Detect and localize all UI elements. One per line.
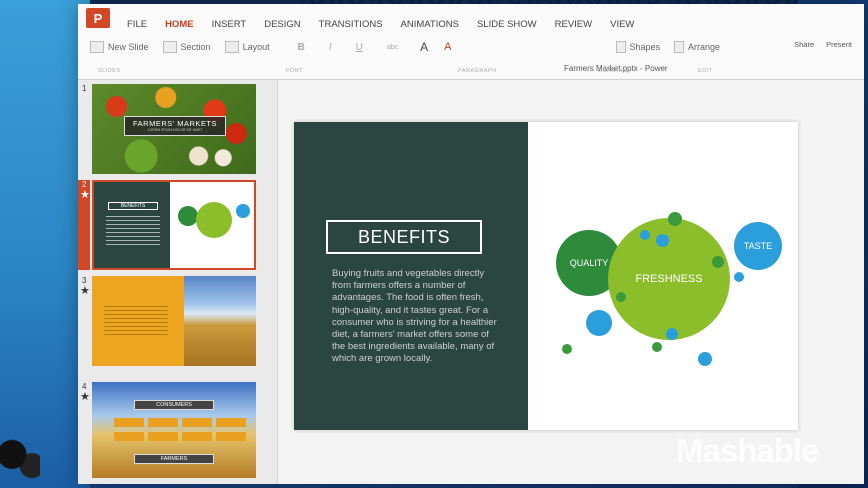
tab-review[interactable]: REVIEW [546,17,601,32]
slide-title[interactable]: BENEFITS [326,220,482,254]
decorative-dot [640,230,650,240]
thumbnail-image: FARMERS' MARKETS LOREM IPSUM DOLOR SIT A… [92,84,256,174]
star-icon: ★ [80,285,90,297]
tab-design[interactable]: DESIGN [255,17,309,32]
underline-button[interactable]: U [356,42,363,53]
audience-silhouette [0,432,40,488]
bubble-taste[interactable]: TASTE [734,222,782,270]
decorative-dot [666,328,678,340]
thumbnail-title: FARMERS' MARKETS [132,119,218,128]
font-size-button[interactable]: A [420,40,428,54]
group-label-drawing: DRAWING [598,68,628,74]
bubble-label: TASTE [743,241,773,251]
group-label-edit: EDIT [698,68,713,74]
thumbnail-subtitle: LOREM IPSUM DOLOR SIT AMET [147,128,203,132]
section-button[interactable]: Section [162,41,211,53]
thumbnail-cell [114,418,144,427]
bubble-label: FRESHNESS [635,273,703,285]
decorative-dot [616,292,626,302]
group-label-font: FONT [286,68,303,74]
decorative-dot [668,212,682,226]
shapes-icon [615,41,626,53]
group-label-slides: SLIDES [98,68,121,74]
bubble-label: QUALITY [569,258,609,268]
layout-label: Layout [242,42,270,52]
decorative-dot [734,272,744,282]
group-label-paragraph: PARAGRAPH [458,68,497,74]
thumbnail-title-band: FARMERS' MARKETS LOREM IPSUM DOLOR SIT A… [124,116,226,136]
slide-dark-panel: BENEFITS Buying fruits and vegetables di… [294,122,528,430]
ribbon-tools: New Slide Section Layout B I U abc A A S… [90,40,720,54]
decorative-dot [586,310,612,336]
decorative-dot [562,344,572,354]
italic-button[interactable]: I [329,42,332,53]
thumbnail-title: CONSUMERS [134,400,214,410]
slide-canvas[interactable]: BENEFITS Buying fruits and vegetables di… [294,122,798,430]
decorative-dot [652,342,662,352]
section-label: Section [180,42,211,52]
thumbnail-bubble [196,202,232,238]
powerpoint-logo-icon: P [86,8,110,28]
slide-thumbnail-pane[interactable]: 1 FARMERS' MARKETS LOREM IPSUM DOLOR SIT… [78,80,278,484]
tab-file[interactable]: FILE [118,17,156,32]
bold-button[interactable]: B [298,42,305,53]
thumbnail-cell [114,432,144,441]
arrange-icon [674,41,685,53]
slide-bubble-area: QUALITY FRESHNESS TASTE [528,122,798,430]
mashable-watermark: Mashable [676,432,819,469]
slide-body-text[interactable]: Buying fruits and vegetables directly fr… [332,268,502,366]
thumbnail-bubble [178,206,198,226]
section-icon [162,41,177,53]
powerpoint-window: P FILE HOME INSERT DESIGN TRANSITIONS AN… [78,4,864,484]
tab-animations[interactable]: ANIMATIONS [392,17,468,32]
thumbnail-cell [182,418,212,427]
font-color-button[interactable]: A [444,41,451,53]
layout-button[interactable]: Layout [224,41,270,53]
strikethrough-button[interactable]: abc [387,44,398,51]
window-actions: Share Present [794,40,852,49]
layout-icon [224,41,239,53]
thumbnail-orange-panel [92,276,184,366]
present-button[interactable]: Present [826,40,852,49]
new-slide-button[interactable]: New Slide [90,41,149,53]
thumbnail-image [92,276,256,366]
thumbnail-cell [148,418,178,427]
thumbnail-cell [216,418,246,427]
thumbnail-number: 1 [82,84,87,93]
arrange-label: Arrange [688,42,721,52]
tab-insert[interactable]: INSERT [203,17,256,32]
thumbnail-cell [182,432,212,441]
stage-left-light [0,0,90,488]
ribbon-tabs: FILE HOME INSERT DESIGN TRANSITIONS ANIM… [118,17,643,32]
thumbnail-image: CONSUMERS FARMERS [92,382,256,478]
tab-view[interactable]: VIEW [601,17,643,32]
star-icon: ★ [80,391,90,403]
thumbnail-footer: FARMERS [134,454,214,464]
thumbnail-cell [148,432,178,441]
decorative-dot [698,352,712,366]
bubble-freshness[interactable]: FRESHNESS [608,218,730,340]
thumbnail-image: BENEFITS [92,180,256,270]
tab-slide-show[interactable]: SLIDE SHOW [468,17,546,32]
star-icon: ★ [80,189,90,201]
shapes-button[interactable]: Shapes [615,41,661,53]
thumbnail-bubble [236,204,250,218]
shapes-label: Shapes [629,42,661,52]
decorative-dot [712,256,724,268]
thumbnail-cell [216,432,246,441]
share-button[interactable]: Share [794,40,814,49]
tab-home[interactable]: HOME [156,17,203,32]
ribbon: P FILE HOME INSERT DESIGN TRANSITIONS AN… [78,4,864,80]
thumbnail-body-lines [106,216,160,246]
new-slide-icon [90,41,104,53]
thumbnail-title: BENEFITS [108,202,158,210]
decorative-dot [656,234,669,247]
tab-transitions[interactable]: TRANSITIONS [310,17,392,32]
new-slide-label: New Slide [108,42,149,52]
arrange-button[interactable]: Arrange [674,41,720,53]
thumbnail-body-lines [104,306,168,336]
